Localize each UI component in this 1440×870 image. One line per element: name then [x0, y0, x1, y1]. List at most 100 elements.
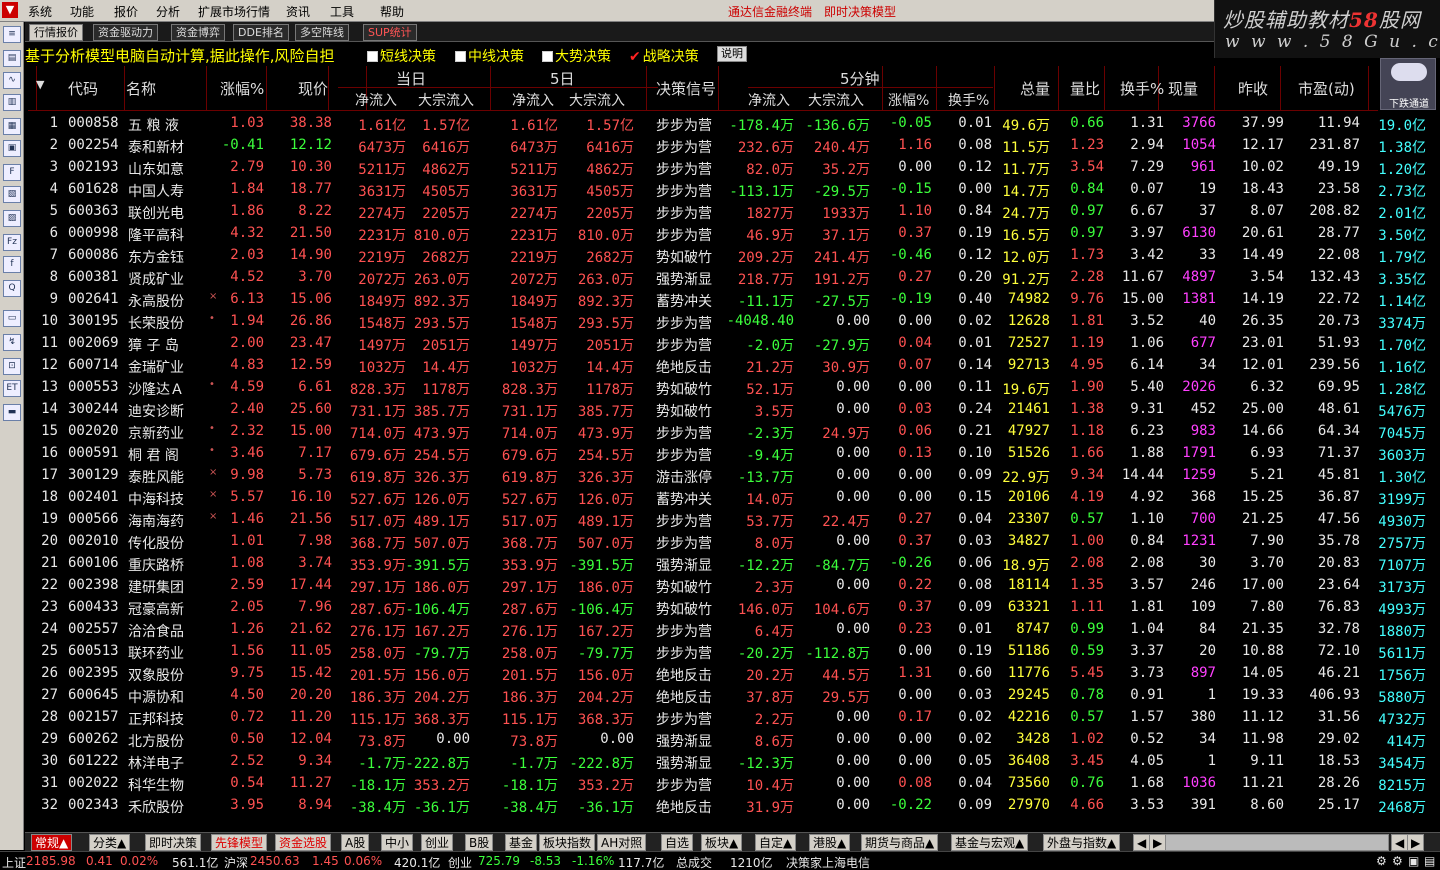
table-row[interactable]: 20 002010 传化股份 1.01 7.98 368.7万 507.0万 368.7万 50… — [28, 530, 1426, 552]
checkbox-icon[interactable] — [367, 51, 378, 62]
subheader-block[interactable]: 大宗流入 — [418, 90, 474, 110]
bottom-tab-3[interactable]: 先锋模型 — [211, 834, 268, 851]
bottom-tab-12[interactable]: 自选 — [661, 834, 694, 851]
status-icon[interactable]: ▤ — [1424, 854, 1435, 868]
bottom-tab-11[interactable]: AH对照 — [597, 834, 647, 851]
bottom-tab-17[interactable]: 基金与宏观▲ — [951, 834, 1029, 851]
toolbar-icon-3[interactable]: ▥ — [3, 94, 21, 111]
toolbar-icon-6[interactable]: F — [3, 164, 21, 181]
table-row[interactable]: 31 002022 科华生物 0.54 11.27 -18.1万 353.2万 -18.1万 3… — [28, 772, 1426, 794]
bottom-tab-10[interactable]: 板块指数 — [539, 834, 596, 851]
table-row[interactable]: 1 000858 五 粮 液 1.03 38.38 1.61亿 1.57亿 1.61亿 1.57… — [28, 112, 1426, 134]
menu-2[interactable]: 报价 — [114, 3, 138, 20]
check-2[interactable]: 大势决策 — [542, 46, 611, 66]
table-row[interactable]: 14 300244 迪安诊断 2.40 25.60 731.1万 385.7万 731.1万 3… — [28, 398, 1426, 420]
header-turn[interactable]: 换手% — [1120, 78, 1164, 99]
subheader-fm_turn[interactable]: 换手% — [948, 90, 989, 110]
header-pe[interactable]: 市盈(动) — [1298, 78, 1355, 99]
tab-3[interactable]: DDE排名 — [233, 24, 289, 41]
table-row[interactable]: 32 002343 禾欣股份 3.95 8.94 -38.4万 -36.1万 -38.4万 -3… — [28, 794, 1426, 816]
table-row[interactable]: 8 600381 贤成矿业 4.52 3.70 2072万 263.0万 2072万 263.0… — [28, 266, 1426, 288]
menu-1[interactable]: 功能 — [70, 3, 94, 20]
table-row[interactable]: 5 600363 联创光电 1.86 8.22 2274万 2205万 2274万 2205万步… — [28, 200, 1426, 222]
header-ratio[interactable]: 量比 — [1070, 78, 1100, 99]
table-row[interactable]: 18 002401 中海科技 × 5.57 16.10 527.6万 126.0万 527.6万… — [28, 486, 1426, 508]
status-icon[interactable]: ⚙ — [1392, 854, 1403, 868]
table-row[interactable]: 19 000566 海南海药 × 1.46 21.56 517.0万 489.1万 517.0万… — [28, 508, 1426, 530]
header-prev[interactable]: 昨收 — [1238, 78, 1268, 99]
bottom-tab-15[interactable]: 港股▲ — [809, 834, 851, 851]
toolbar-icon-9[interactable]: Fz — [3, 234, 21, 251]
subheader-net[interactable]: 净流入 — [355, 90, 397, 110]
status-icon[interactable]: ⚙ — [1376, 854, 1387, 868]
header-price[interactable]: 现价 — [298, 78, 328, 99]
table-row[interactable]: 10 300195 长荣股份 • 1.94 26.86 1548万 293.5万 1548万 29… — [28, 310, 1426, 332]
toolbar-icon-15[interactable]: ET — [3, 380, 21, 397]
table-row[interactable]: 11 002069 獐 子 岛 2.00 23.47 1497万 2051万 1497万 205… — [28, 332, 1426, 354]
toolbar-icon-8[interactable]: ▨ — [3, 210, 21, 227]
scroll-arrow-icon[interactable]: ▶ — [1149, 834, 1167, 851]
horizontal-scrollbar[interactable] — [1165, 834, 1389, 851]
bottom-tab-5[interactable]: A股 — [341, 834, 370, 851]
table-row[interactable]: 27 600645 中源协和 4.50 20.20 186.3万 204.2万 186.3万 2… — [28, 684, 1426, 706]
toolbar-icon-7[interactable]: ▧ — [3, 186, 21, 203]
header-pct[interactable]: 涨幅% — [220, 78, 264, 99]
toolbar-icon-2[interactable]: ∿ — [3, 72, 21, 89]
table-row[interactable]: 3 002193 山东如意 2.79 10.30 5211万 4862万 5211万 4862万… — [28, 156, 1426, 178]
checkbox-icon[interactable] — [542, 51, 553, 62]
scroll-arrow-icon[interactable]: ▶ — [1407, 834, 1425, 851]
header-vol[interactable]: 总量 — [1020, 78, 1050, 99]
header-today[interactable]: 当日 — [396, 68, 426, 89]
toolbar-icon-13[interactable]: ↯ — [3, 334, 21, 351]
toolbar-icon-14[interactable]: ⊡ — [3, 358, 21, 375]
table-row[interactable]: 2 002254 泰和新材 -0.41 12.12 6473万 6416万 6473万 6416… — [28, 134, 1426, 156]
tab-0[interactable]: 行情报价 — [29, 24, 83, 41]
bottom-tab-4[interactable]: 资金选股 — [275, 834, 332, 851]
scroll-arrow-icon[interactable]: ◀ — [1391, 834, 1409, 851]
table-row[interactable]: 25 600513 联环药业 1.56 11.05 258.0万 -79.7万 258.0万 -… — [28, 640, 1426, 662]
header-signal[interactable]: 决策信号 — [656, 78, 716, 99]
toolbar-icon-12[interactable]: ▭ — [3, 310, 21, 327]
header-fivemin[interactable]: 5分钟 — [840, 68, 880, 89]
subheader-block[interactable]: 大宗流入 — [569, 90, 625, 110]
header-name[interactable]: 名称 — [126, 78, 156, 99]
table-row[interactable]: 15 002020 京新药业 • 2.32 15.00 714.0万 473.9万 714.0万… — [28, 420, 1426, 442]
menu-3[interactable]: 分析 — [156, 3, 180, 20]
table-row[interactable]: 23 600433 冠豪高新 2.05 7.96 287.6万 -106.4万 287.6万 -… — [28, 596, 1426, 618]
bottom-tab-8[interactable]: B股 — [465, 834, 494, 851]
bottom-tab-18[interactable]: 外盘与指数▲ — [1043, 834, 1121, 851]
table-row[interactable]: 29 600262 北方股份 0.50 12.04 73.8万 0.00 73.8万 0.00 强… — [28, 728, 1426, 750]
sort-dropdown-icon[interactable]: ▼ — [36, 78, 44, 91]
checkbox-icon[interactable] — [455, 51, 466, 62]
table-row[interactable]: 24 002557 洽洽食品 1.26 21.62 276.1万 167.2万 276.1万 1… — [28, 618, 1426, 640]
toolbar-icon-4[interactable]: ▦ — [3, 118, 21, 135]
bottom-tab-6[interactable]: 中小 — [381, 834, 414, 851]
toolbar-icon-11[interactable]: Q — [3, 280, 21, 297]
toolbar-icon-16[interactable]: ▬ — [3, 404, 21, 421]
bottom-tab-14[interactable]: 自定▲ — [755, 834, 797, 851]
header-code[interactable]: 代码 — [68, 78, 98, 99]
status-icon[interactable]: ▣ — [1408, 854, 1419, 868]
table-row[interactable]: 17 300129 泰胜风能 × 9.98 5.73 619.8万 326.3万 619.8万 3… — [28, 464, 1426, 486]
bottom-tab-16[interactable]: 期货与商品▲ — [861, 834, 939, 851]
bottom-tab-0[interactable]: 常规▲ — [31, 834, 73, 851]
menu-6[interactable]: 工具 — [330, 3, 354, 20]
bottom-tab-1[interactable]: 分类▲ — [89, 834, 131, 851]
subheader-net[interactable]: 净流入 — [748, 90, 790, 110]
tab-4[interactable]: 多空阵线 — [295, 24, 349, 41]
table-row[interactable]: 30 601222 林洋电子 2.52 9.34 -1.7万 -222.8万 -1.7万 -22… — [28, 750, 1426, 772]
bottom-tab-7[interactable]: 创业 — [421, 834, 454, 851]
menu-5[interactable]: 资讯 — [286, 3, 310, 20]
menu-7[interactable]: 帮助 — [380, 3, 404, 20]
checkmark-icon[interactable]: ✔ — [629, 49, 641, 65]
subheader-block[interactable]: 大宗流入 — [808, 90, 864, 110]
subheader-fm_pct[interactable]: 涨幅% — [888, 90, 929, 110]
menu-4[interactable]: 扩展市场行情 — [198, 3, 270, 20]
tab-5[interactable]: SUP统计 — [363, 24, 417, 41]
explain-button[interactable]: 说明 — [717, 46, 747, 62]
bottom-tab-2[interactable]: 即时决策 — [145, 834, 202, 851]
table-row[interactable]: 28 002157 正邦科技 0.72 11.20 115.1万 368.3万 115.1万 3… — [28, 706, 1426, 728]
subheader-net[interactable]: 净流入 — [512, 90, 554, 110]
toolbar-icon-5[interactable]: ▣ — [3, 140, 21, 157]
table-row[interactable]: 16 000591 桐 君 阁 • 3.46 7.17 679.6万 254.5万 679.6万… — [28, 442, 1426, 464]
